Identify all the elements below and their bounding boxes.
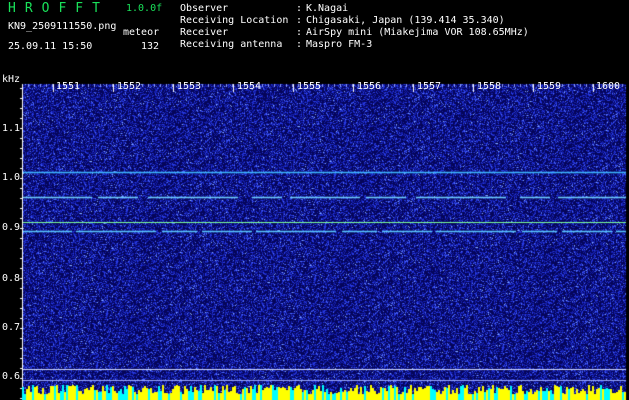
meta-label-receiver: Receiver [180,27,229,38]
time-tick-label: 1553 [177,81,202,92]
file-name: KN9_2509111550.png [8,21,117,32]
app-brand: HROFFT [8,1,109,16]
time-tick-label: 1556 [357,81,382,92]
meta-label-observer: Observer [180,3,229,14]
meta-value-observer: K.Nagai [306,3,349,14]
meta-colon: : [296,39,303,50]
time-tick-label: 1551 [56,81,81,92]
meta-value-receiver: AirSpy mini (Miakejima VOR 108.65MHz) [306,27,529,38]
file-datetime: 25.09.11 15:50 [8,41,93,52]
y-tick-label: 0.9 [2,222,21,233]
meteor-label: meteor [123,27,160,38]
meta-colon: : [296,3,303,14]
y-axis-unit: kHz [2,74,21,85]
meteor-count: 132 [141,41,160,52]
meta-label-location: Receiving Location [180,15,289,26]
time-tick-label: 1558 [477,81,502,92]
time-tick-label: 1600 [596,81,621,92]
y-tick-label: 1.0 [2,172,21,183]
meta-colon: : [296,15,303,26]
time-tick-label: 1557 [417,81,442,92]
y-tick-label: 0.7 [2,322,21,333]
spectrogram-canvas [0,0,629,400]
time-tick-label: 1555 [297,81,322,92]
y-tick-label: 0.8 [2,273,21,284]
meta-colon: : [296,27,303,38]
time-tick-label: 1554 [237,81,262,92]
y-tick-label: 1.1 [2,123,21,134]
meta-label-antenna: Receiving antenna [180,39,283,50]
time-tick-label: 1559 [537,81,562,92]
time-tick-label: 1552 [117,81,142,92]
meta-value-location: Chigasaki, Japan (139.414 35.340) [306,15,505,26]
y-tick-label: 0.6 [2,371,21,382]
app-version: 1.0.0f [126,3,163,14]
meta-value-antenna: Maspro FM-3 [306,39,373,50]
